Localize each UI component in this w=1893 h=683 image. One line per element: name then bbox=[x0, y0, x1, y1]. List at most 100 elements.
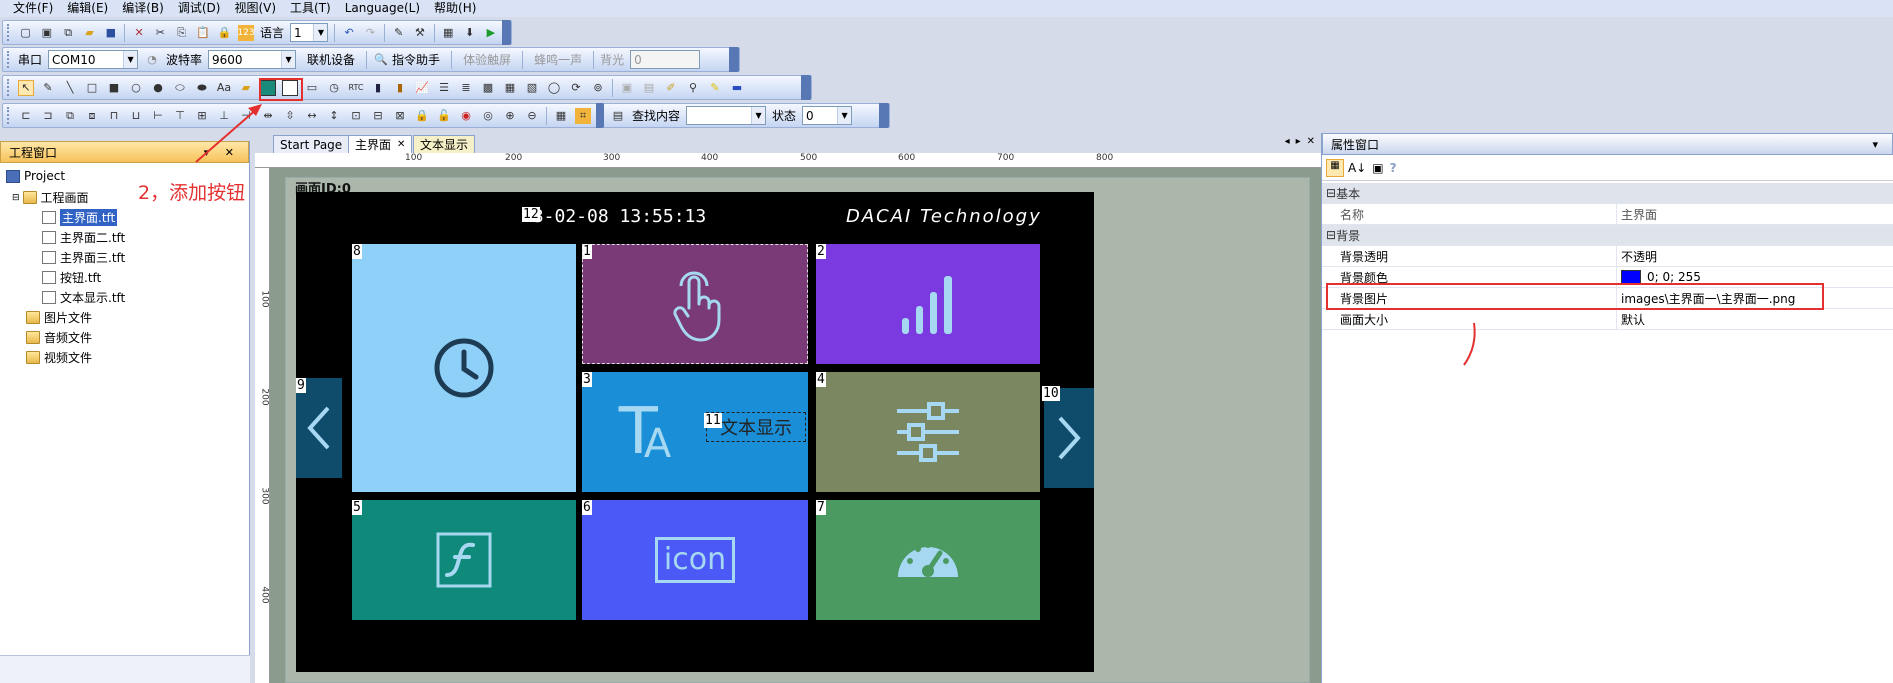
hide-icon[interactable]: ◉ bbox=[458, 108, 474, 124]
tree-folder-audio[interactable]: 音频文件 bbox=[26, 329, 92, 346]
grid-icon[interactable]: ▦ bbox=[441, 25, 456, 41]
toolbar-options[interactable] bbox=[729, 47, 739, 72]
tab-text-display[interactable]: 文本显示 bbox=[413, 135, 476, 153]
datetime-control[interactable]: 23-02-08 13:55:13 bbox=[522, 206, 706, 227]
chevron-down-icon[interactable]: ▼ bbox=[281, 51, 296, 68]
toolbar-grip[interactable] bbox=[7, 51, 11, 68]
open-icon[interactable]: ▰ bbox=[82, 25, 97, 41]
toolbar-options[interactable] bbox=[879, 103, 889, 128]
tile-flash[interactable] bbox=[352, 500, 576, 620]
tab-nav-controls[interactable]: ◂▸✕ bbox=[1285, 136, 1321, 147]
tile-settings[interactable] bbox=[816, 372, 1040, 492]
number-icon[interactable]: 123 bbox=[237, 24, 255, 41]
fill-icon[interactable]: ▰ bbox=[238, 80, 254, 96]
toolbar-grip[interactable] bbox=[7, 79, 11, 96]
tile-gauge[interactable] bbox=[816, 500, 1040, 620]
slider-icon[interactable]: ▮ bbox=[392, 80, 408, 96]
video-icon[interactable]: ▣ bbox=[619, 80, 635, 96]
category-basic[interactable]: ⊟ 基本 bbox=[1322, 183, 1893, 204]
download-icon[interactable]: ⬇ bbox=[462, 25, 477, 41]
categorized-icon[interactable]: ▦ bbox=[1326, 158, 1344, 177]
backlight-input[interactable]: 0 bbox=[630, 50, 701, 69]
menu-help[interactable]: 帮助(H) bbox=[427, 0, 483, 17]
compile-icon[interactable]: ✎ bbox=[391, 25, 406, 41]
undo-icon[interactable]: ↶ bbox=[341, 25, 356, 41]
sort-az-icon[interactable]: A↓ bbox=[1348, 161, 1366, 175]
beep-button[interactable]: 蜂鸣一声 bbox=[526, 51, 590, 68]
list-icon[interactable]: ≣ bbox=[458, 80, 474, 96]
brush-icon[interactable]: ✐ bbox=[663, 80, 679, 96]
touch-test-button[interactable]: 体验触屏 bbox=[455, 51, 519, 68]
align-icon-2[interactable]: ⊐ bbox=[40, 108, 56, 124]
tree-file-main3[interactable]: 主界面三.tft bbox=[42, 249, 125, 266]
language-select[interactable]: 1 ▼ bbox=[290, 23, 329, 42]
text-tool-icon[interactable]: Aa bbox=[216, 80, 232, 96]
same-width-icon[interactable]: ↔ bbox=[304, 108, 320, 124]
chevron-down-icon[interactable]: ▼ bbox=[837, 107, 852, 124]
tree-folder-video[interactable]: 视频文件 bbox=[26, 349, 92, 366]
same-size-icon[interactable]: ⊡ bbox=[348, 108, 364, 124]
chevron-down-icon[interactable]: ▼ bbox=[123, 51, 138, 68]
cut-icon[interactable]: ✂ bbox=[153, 25, 168, 41]
save-icon[interactable]: ■ bbox=[103, 25, 118, 41]
copy-icon[interactable]: ⎘ bbox=[174, 25, 189, 41]
design-screen[interactable]: 23-02-08 13:55:13 12 DACAI Technology 8 … bbox=[296, 192, 1094, 672]
redo-icon[interactable]: ↷ bbox=[363, 25, 378, 41]
filled-ellipse-icon[interactable]: ⬬ bbox=[194, 80, 210, 96]
distribute-v-icon[interactable]: ⇳ bbox=[282, 108, 298, 124]
next-button[interactable] bbox=[1044, 388, 1094, 488]
progress-icon[interactable]: ▭ bbox=[304, 80, 320, 96]
menu-file[interactable]: 文件(F) bbox=[6, 0, 60, 17]
image-icon[interactable]: ▧ bbox=[524, 80, 540, 96]
color-icon[interactable]: ▬ bbox=[729, 80, 745, 96]
tree-folder-screens[interactable]: ⊟ 工程画面 bbox=[12, 189, 89, 206]
chart-icon[interactable]: 📈 bbox=[414, 80, 430, 96]
clock-icon[interactable]: ◷ bbox=[326, 80, 342, 96]
tile-clock[interactable] bbox=[352, 244, 576, 492]
tile-signal[interactable] bbox=[816, 244, 1040, 364]
command-helper-button[interactable]: 指令助手 bbox=[392, 51, 448, 68]
tree-file-text[interactable]: 文本显示.tft bbox=[42, 289, 125, 306]
connect-device-button[interactable]: 联机设备 bbox=[299, 51, 363, 68]
menu-tools[interactable]: 工具(T) bbox=[283, 0, 338, 17]
state-select[interactable]: 0 ▼ bbox=[802, 106, 853, 125]
pen-icon[interactable]: ✎ bbox=[40, 80, 56, 96]
paste-icon[interactable]: 📋 bbox=[195, 25, 210, 41]
circle-icon[interactable]: ○ bbox=[128, 80, 144, 96]
align-left-icon[interactable]: ⊢ bbox=[150, 108, 166, 124]
tree-file-button[interactable]: 按钮.tft bbox=[42, 269, 101, 286]
toolbar-options[interactable] bbox=[596, 103, 604, 128]
eyedropper-icon[interactable]: ⚲ bbox=[685, 80, 701, 96]
find-select[interactable]: ▼ bbox=[686, 106, 767, 125]
menu-debug[interactable]: 调试(D) bbox=[171, 0, 228, 17]
tree-root[interactable]: Project bbox=[6, 169, 65, 183]
align-top-icon[interactable]: ⊤ bbox=[172, 108, 188, 124]
prop-name[interactable]: 名称 主界面 bbox=[1322, 204, 1893, 225]
new-screen-icon[interactable]: ▣ bbox=[39, 25, 54, 41]
tree-folder-images[interactable]: 图片文件 bbox=[26, 309, 92, 326]
toolbar-grip[interactable] bbox=[7, 107, 11, 124]
pointer-icon[interactable]: ↖ bbox=[18, 79, 34, 96]
new-icon[interactable]: ▢ bbox=[18, 25, 33, 41]
show-icon[interactable]: ◎ bbox=[480, 108, 496, 124]
snap-icon[interactable]: ⌗ bbox=[575, 107, 591, 124]
prop-bg-transparent[interactable]: 背景透明 不透明 bbox=[1322, 246, 1893, 267]
center-h-icon[interactable]: ⊟ bbox=[370, 108, 386, 124]
align-icon-1[interactable]: ⊏ bbox=[18, 108, 34, 124]
toolbar-grip[interactable] bbox=[7, 24, 11, 41]
unlock-icon[interactable]: 🔓 bbox=[436, 108, 452, 124]
menu-language[interactable]: Language(L) bbox=[338, 0, 427, 17]
align-icon-5[interactable]: ⊓ bbox=[106, 108, 122, 124]
toolbar-options[interactable] bbox=[801, 75, 811, 100]
delete-icon[interactable]: ✕ bbox=[131, 25, 146, 41]
prev-button[interactable] bbox=[296, 378, 342, 478]
tile-icon[interactable]: icon bbox=[582, 500, 808, 620]
category-background[interactable]: ⊟ 背景 bbox=[1322, 225, 1893, 246]
align-icon-6[interactable]: ⊔ bbox=[128, 108, 144, 124]
screen-icon[interactable]: ▤ bbox=[641, 80, 657, 96]
ellipse-icon[interactable]: ⬭ bbox=[172, 80, 188, 96]
property-pages-icon[interactable]: ▣ bbox=[1372, 161, 1383, 175]
align-icon-4[interactable]: ⧈ bbox=[84, 108, 100, 124]
table-icon[interactable]: ▦ bbox=[502, 80, 518, 96]
rotate-icon[interactable]: ⟳ bbox=[568, 80, 584, 96]
